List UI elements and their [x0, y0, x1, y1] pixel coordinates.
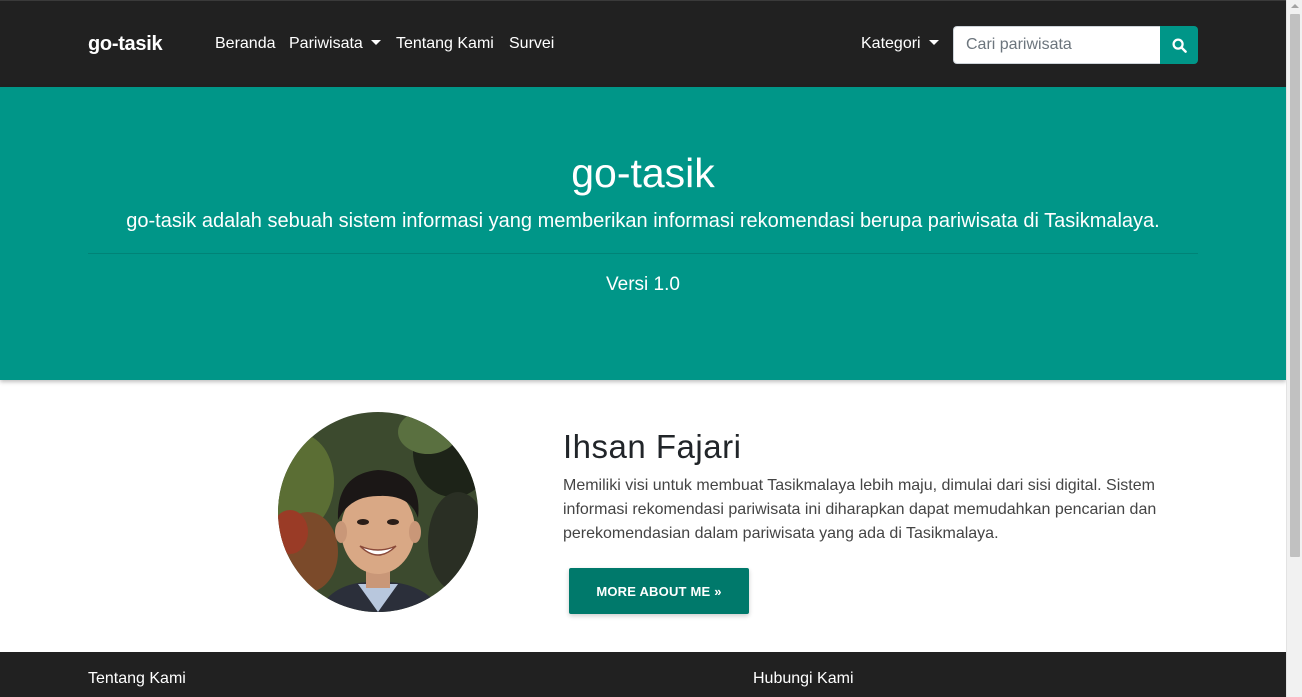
hero-jumbotron: go-tasik go-tasik adalah sebuah sistem i… [0, 87, 1286, 380]
vertical-scrollbar[interactable] [1286, 0, 1302, 697]
hero-title: go-tasik [571, 150, 715, 196]
nav-link-beranda[interactable]: Beranda [215, 35, 276, 53]
profile-name: Ihsan Fajari [563, 428, 742, 465]
scrollbar-thumb[interactable] [1290, 14, 1300, 557]
profile-avatar [278, 412, 478, 612]
footer: Tentang Kami Hubungi Kami [0, 652, 1286, 697]
footer-heading-contact: Hubungi Kami [753, 670, 854, 687]
nav-link-pariwisata-label: Pariwisata [289, 35, 363, 52]
page: go-tasik Beranda Pariwisata Tentang Kami… [0, 0, 1286, 697]
brand-logo[interactable]: go-tasik [88, 33, 163, 56]
search-button[interactable] [1160, 26, 1198, 64]
hero-divider [88, 253, 1198, 254]
kategori-label: Kategori [861, 35, 921, 52]
hero-version: Versi 1.0 [606, 274, 680, 295]
scroll-up-arrow-icon[interactable] [1291, 4, 1299, 8]
nav-link-survei[interactable]: Survei [509, 35, 554, 53]
nav-dropdown-kategori[interactable]: Kategori [861, 35, 939, 53]
navbar: go-tasik Beranda Pariwisata Tentang Kami… [0, 0, 1286, 87]
search-icon [1171, 37, 1187, 53]
footer-heading-about: Tentang Kami [88, 670, 186, 687]
profile-photo [278, 412, 478, 612]
caret-down-icon [928, 40, 939, 46]
profile-bio: Memiliki visi untuk membuat Tasikmalaya … [563, 477, 1157, 542]
caret-down-icon [370, 40, 381, 46]
nav-dropdown-pariwisata[interactable]: Pariwisata [289, 35, 381, 53]
search-input[interactable] [953, 26, 1160, 64]
more-about-me-button[interactable]: MORE ABOUT ME » [569, 568, 749, 614]
hero-description: go-tasik adalah sebuah sistem informasi … [126, 210, 1160, 232]
nav-link-tentang-kami[interactable]: Tentang Kami [396, 35, 494, 53]
